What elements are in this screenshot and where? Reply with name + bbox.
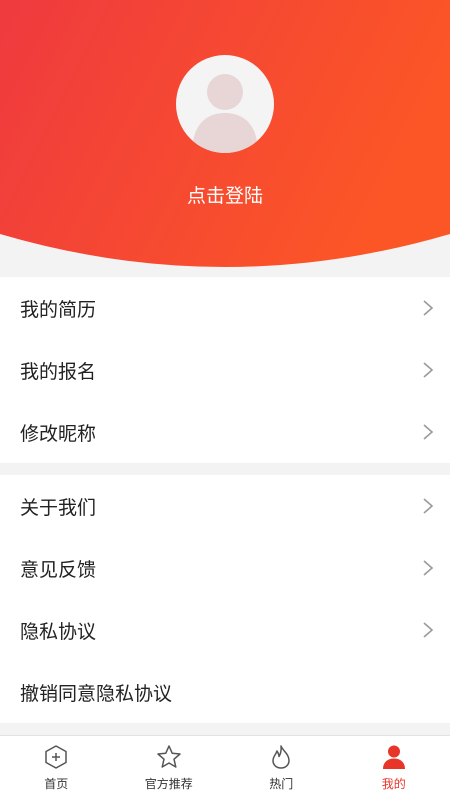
home-plus-icon xyxy=(45,745,67,769)
chevron-right-icon xyxy=(423,560,434,576)
avatar[interactable] xyxy=(176,55,274,153)
chevron-right-icon xyxy=(423,300,434,316)
chevron-right-icon xyxy=(423,498,434,514)
chevron-right-icon xyxy=(423,362,434,378)
menu-item-resume[interactable]: 我的简历 xyxy=(0,277,450,339)
chevron-right-icon xyxy=(423,622,434,638)
menu-item-privacy-policy[interactable]: 隐私协议 xyxy=(0,599,450,661)
tab-label: 官方推荐 xyxy=(144,777,193,791)
tab-mine[interactable]: 我的 xyxy=(338,736,450,800)
tab-hot[interactable]: 热门 xyxy=(225,736,338,800)
login-link[interactable]: 点击登陆 xyxy=(0,181,450,208)
tab-label: 热门 xyxy=(269,777,294,791)
tab-home[interactable]: 首页 xyxy=(0,736,113,800)
menu-item-about-us[interactable]: 关于我们 xyxy=(0,475,450,537)
menu-item-label: 隐私协议 xyxy=(20,620,97,643)
bottom-tab-bar: 首页 官方推荐 热门 我的 xyxy=(0,735,450,800)
tab-official-recommend[interactable]: 官方推荐 xyxy=(113,736,226,800)
tab-label: 首页 xyxy=(44,777,69,791)
profile-header: 点击登陆 xyxy=(0,0,450,268)
menu-group-1: 我的简历 我的报名 修改昵称 xyxy=(0,277,450,463)
user-icon xyxy=(382,745,405,769)
menu-item-label: 我的报名 xyxy=(20,360,97,383)
flame-icon xyxy=(272,745,290,769)
menu-item-edit-nickname[interactable]: 修改昵称 xyxy=(0,401,450,463)
menu-item-label: 修改昵称 xyxy=(20,422,97,445)
default-avatar-icon xyxy=(192,74,258,153)
tab-label: 我的 xyxy=(381,777,406,791)
menu-group-2: 关于我们 意见反馈 隐私协议 撤销同意隐私协议 xyxy=(0,475,450,723)
star-icon xyxy=(157,745,181,768)
menu-item-label: 意见反馈 xyxy=(20,558,97,581)
chevron-right-icon xyxy=(423,424,434,440)
menu-item-feedback[interactable]: 意见反馈 xyxy=(0,537,450,599)
menu-item-label: 我的简历 xyxy=(20,298,97,321)
menu-item-revoke-privacy-consent[interactable]: 撤销同意隐私协议 xyxy=(0,661,450,723)
menu-item-label: 撤销同意隐私协议 xyxy=(20,682,173,705)
menu-item-label: 关于我们 xyxy=(20,496,97,519)
menu-item-registrations[interactable]: 我的报名 xyxy=(0,339,450,401)
